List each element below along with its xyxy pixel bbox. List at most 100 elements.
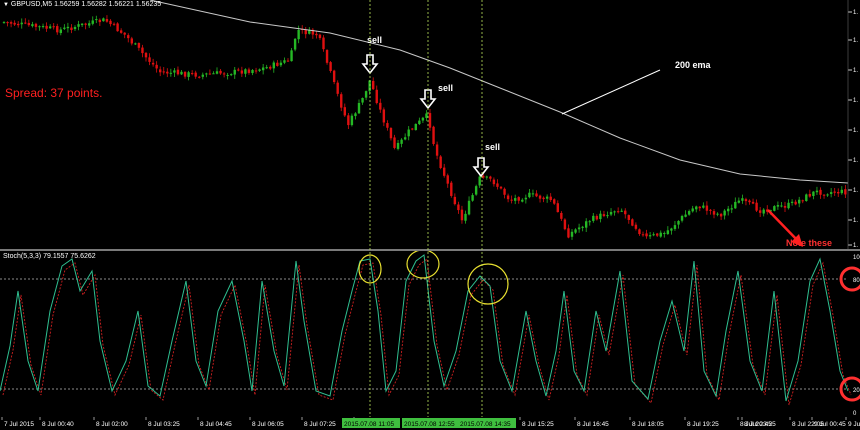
candle xyxy=(84,22,87,30)
candle xyxy=(489,175,492,182)
candle xyxy=(751,198,755,205)
candle xyxy=(656,232,659,238)
candle xyxy=(222,72,226,78)
candle xyxy=(56,23,59,35)
ohlc-quotes: 1.56259 1.56282 1.56221 1.56235 xyxy=(54,1,162,8)
dropdown-icon[interactable]: ▼ xyxy=(3,2,9,8)
candle xyxy=(372,77,375,91)
candle xyxy=(446,173,449,188)
price-tick-label: 1. xyxy=(853,218,858,224)
candle xyxy=(190,70,194,76)
candle xyxy=(517,196,520,204)
candle xyxy=(460,205,464,224)
candle xyxy=(48,24,52,30)
candle xyxy=(457,201,460,214)
candle xyxy=(666,226,670,235)
candle xyxy=(198,75,201,79)
candle xyxy=(773,205,776,212)
time-label: 7 Jul 2015 xyxy=(4,421,34,428)
candle xyxy=(609,208,613,217)
candle xyxy=(815,186,819,195)
candle xyxy=(205,72,208,78)
price-chart[interactable]: 1.1.1.1.1.1.1.1.1. sell sell sell 200 em… xyxy=(0,0,860,250)
stoch-values: 79.1557 75.6262 xyxy=(43,253,96,260)
candle xyxy=(63,24,66,30)
candle xyxy=(45,22,48,32)
candle xyxy=(719,212,723,220)
highlight-circle-2 xyxy=(406,251,440,279)
candle xyxy=(265,64,268,70)
candle xyxy=(599,210,602,223)
candle xyxy=(432,125,435,146)
candle xyxy=(119,28,123,34)
candle xyxy=(641,231,645,237)
candle xyxy=(283,57,286,65)
candle xyxy=(20,18,23,29)
candle xyxy=(840,186,843,195)
time-label: 9 Jul xyxy=(848,421,860,428)
candle xyxy=(496,179,499,190)
sell-label-1: sell xyxy=(367,35,382,45)
candle xyxy=(148,53,151,66)
candle xyxy=(350,113,354,127)
candle xyxy=(485,175,488,180)
candle xyxy=(340,92,343,112)
candle xyxy=(712,209,716,219)
candle xyxy=(709,208,712,215)
time-label: 8 Jul 07:25 xyxy=(304,421,336,428)
candle xyxy=(499,186,503,190)
time-label: 8 Jul 15:25 xyxy=(522,421,554,428)
candle xyxy=(293,38,297,52)
candle xyxy=(521,198,524,203)
candle xyxy=(276,60,279,67)
candle xyxy=(716,212,719,217)
candle xyxy=(176,66,180,76)
candle xyxy=(453,193,457,206)
stoch-header: Stoch(5,3,3) 79.1557 75.6262 xyxy=(3,253,96,260)
candle xyxy=(698,206,701,212)
candle xyxy=(805,193,808,202)
candle xyxy=(794,199,797,206)
stochastic-panel[interactable]: 100 80 20 0 xyxy=(0,251,860,417)
candle xyxy=(212,71,215,75)
candle xyxy=(819,187,822,199)
candle xyxy=(727,205,730,216)
candle xyxy=(418,117,421,126)
candle xyxy=(613,210,616,216)
candle xyxy=(581,225,584,232)
candle xyxy=(38,25,41,31)
time-label-highlight: 2015.07.08 11:05 xyxy=(344,421,395,428)
candle xyxy=(269,65,272,71)
candle xyxy=(59,27,62,36)
time-label-highlight: 2015.07.08 12:55 xyxy=(404,421,455,428)
candle xyxy=(400,138,403,148)
candle xyxy=(826,193,829,197)
candle xyxy=(137,42,141,51)
candle xyxy=(332,69,336,85)
candle xyxy=(407,126,410,141)
candle xyxy=(780,202,783,208)
candle xyxy=(98,18,102,26)
candle xyxy=(620,208,623,212)
candle xyxy=(322,35,325,52)
candle xyxy=(808,189,812,198)
candle xyxy=(386,120,389,131)
candle xyxy=(73,25,77,31)
candle xyxy=(226,72,229,80)
candle xyxy=(361,97,364,105)
candle xyxy=(638,228,641,236)
time-axis: 7 Jul 2015 8 Jul 00:40 8 Jul 02:00 8 Jul 03… xyxy=(1,417,860,428)
candle xyxy=(279,60,283,67)
ema-label: 200 ema xyxy=(675,60,712,70)
price-tick-label: 1. xyxy=(853,68,858,74)
candle xyxy=(169,68,173,77)
candle xyxy=(329,61,332,73)
candle xyxy=(705,201,709,215)
candle xyxy=(528,189,531,199)
candle xyxy=(244,68,247,78)
candle xyxy=(801,199,804,204)
price-tick-label: 1. xyxy=(853,158,858,164)
stoch-label: Stoch(5,3,3) xyxy=(3,253,42,260)
symbol-timeframe: GBPUSD,M5 xyxy=(10,1,53,8)
candle xyxy=(183,71,187,79)
